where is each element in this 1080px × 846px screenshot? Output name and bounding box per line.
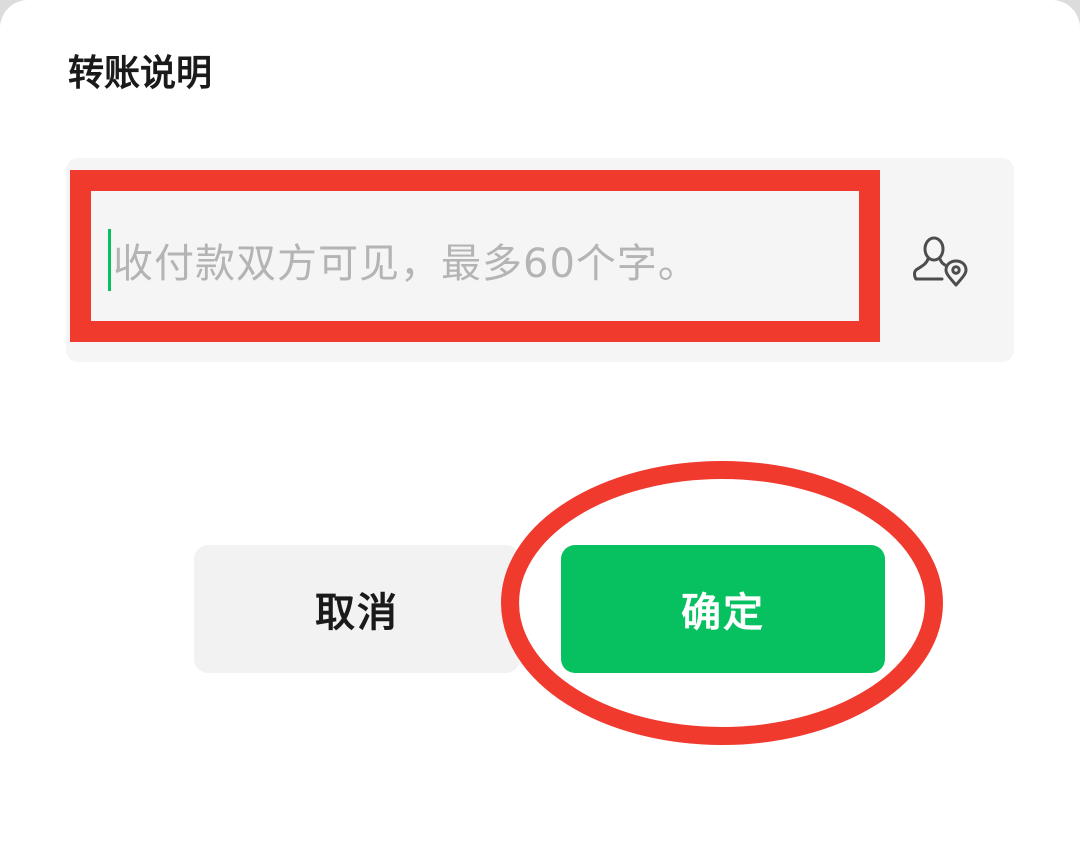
transfer-note-dialog: 转账说明 收付款双方可见，最多60个字。 取消 确定 [0,0,1080,846]
contact-location-icon[interactable] [910,232,970,292]
cancel-button[interactable]: 取消 [194,545,520,673]
dialog-title: 转账说明 [68,53,213,94]
text-caret [108,229,111,291]
confirm-button[interactable]: 确定 [561,545,885,673]
note-input-placeholder: 收付款双方可见，最多60个字。 [113,241,699,287]
